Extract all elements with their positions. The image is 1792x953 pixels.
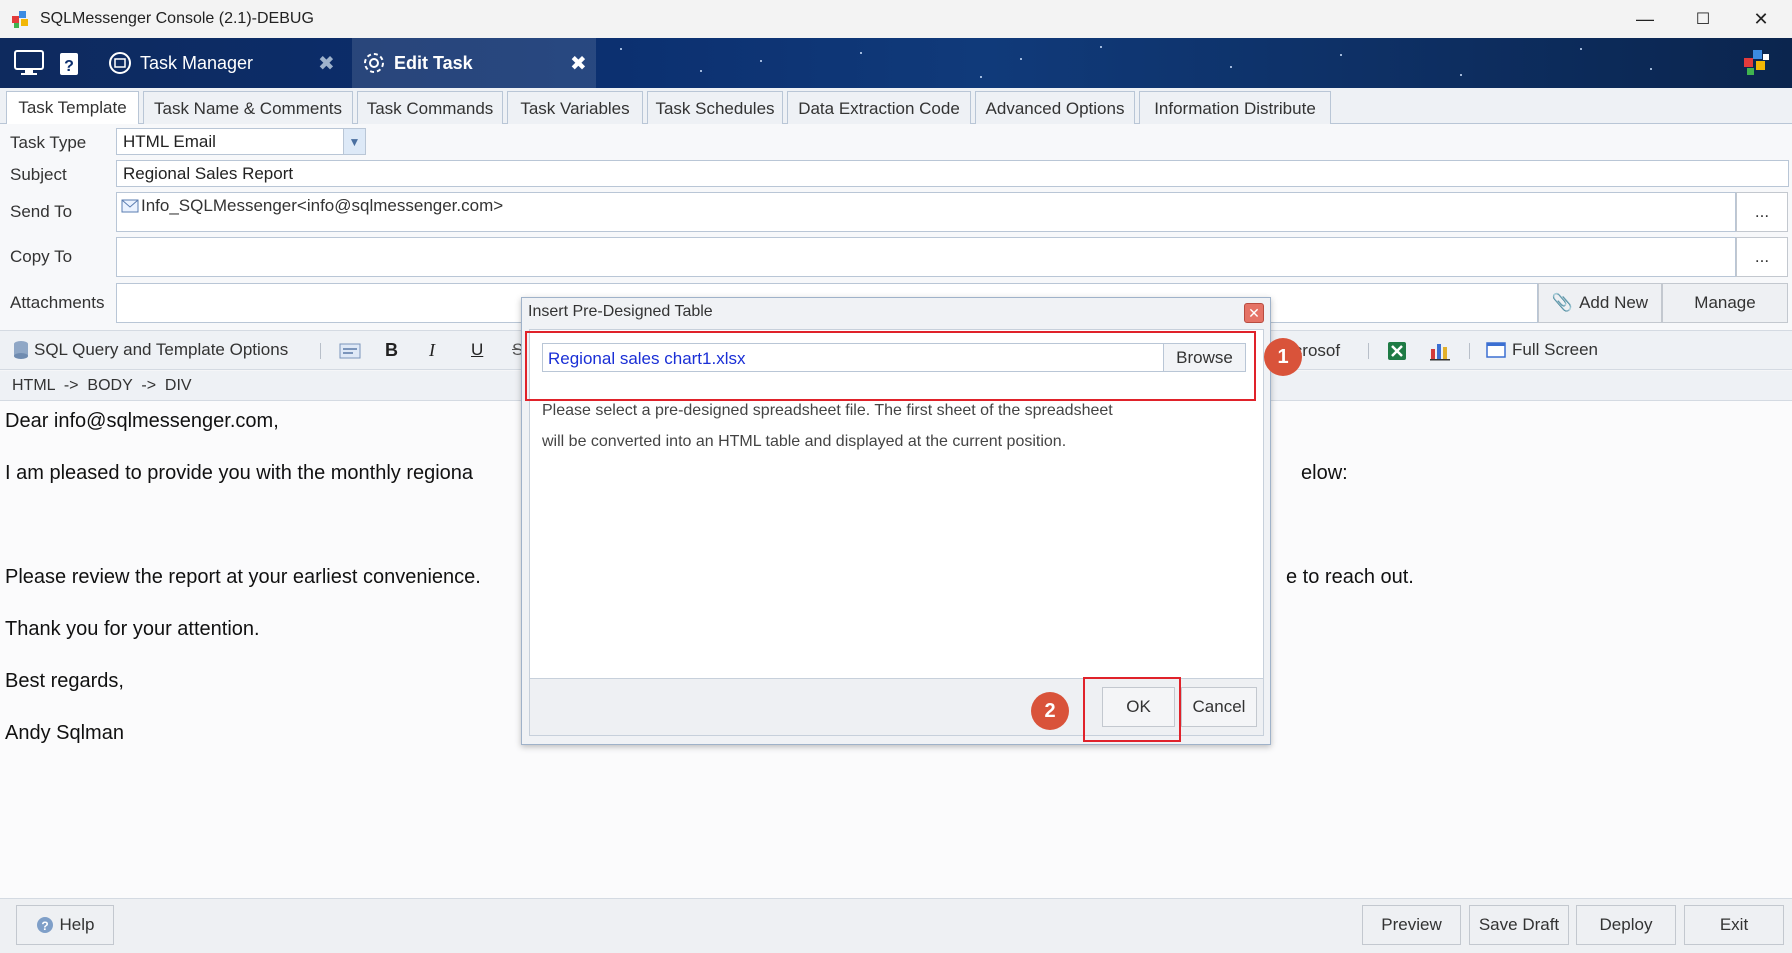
- window-titlebar: SQLMessenger Console (2.1)-DEBUG: [0, 0, 1792, 38]
- deploy-button[interactable]: Deploy: [1576, 905, 1676, 945]
- excel-icon[interactable]: [1387, 341, 1407, 361]
- database-icon: [14, 341, 28, 359]
- help-label: Help: [59, 915, 95, 934]
- exit-button[interactable]: Exit: [1684, 905, 1784, 945]
- editor-line1-right: elow:: [1301, 462, 1348, 484]
- html-source-icon[interactable]: [339, 343, 361, 359]
- task-type-value: HTML Email: [123, 131, 216, 151]
- bold-button[interactable]: B: [385, 340, 398, 361]
- toolbar-divider: [1469, 343, 1470, 359]
- send-to-browse-button[interactable]: ...: [1736, 192, 1788, 232]
- dialog-description-line2: will be converted into an HTML table and…: [542, 433, 1067, 450]
- cancel-button[interactable]: Cancel: [1181, 687, 1257, 727]
- close-icon: ✕: [1248, 304, 1260, 321]
- tab-information-distribute[interactable]: Information Distribute: [1139, 91, 1331, 125]
- attachments-label: Attachments: [10, 293, 105, 312]
- preview-button[interactable]: Preview: [1362, 905, 1461, 945]
- copy-to-label: Copy To: [10, 247, 73, 266]
- chart-icon[interactable]: [1429, 341, 1451, 361]
- annotation-highlight-file: [525, 331, 1256, 401]
- editor-line1-left: I am pleased to provide you with the mon…: [5, 462, 474, 484]
- close-window-button[interactable]: ✕: [1732, 0, 1790, 38]
- send-to-field[interactable]: Info_SQLMessenger<info@sqlmessenger.com>: [116, 192, 1736, 232]
- editor-line2-left: Please review the report at your earlies…: [5, 566, 481, 588]
- help-book-icon[interactable]: ?: [58, 47, 80, 77]
- tab-advanced-options[interactable]: Advanced Options: [975, 91, 1135, 125]
- gear-icon: [364, 53, 384, 73]
- tab-task-name-comments[interactable]: Task Name & Comments: [143, 91, 353, 125]
- send-to-label: Send To: [10, 202, 73, 221]
- dialog-close-button[interactable]: ✕: [1244, 303, 1264, 323]
- app-menu-logo-icon[interactable]: [1742, 48, 1772, 78]
- app-logo-icon: [12, 11, 28, 28]
- dialog-description: Please select a pre-designed spreadsheet…: [542, 395, 1113, 457]
- copy-to-field[interactable]: [116, 237, 1736, 277]
- toolbar-divider: [1368, 343, 1369, 359]
- tab-task-manager[interactable]: Task Manager ✖: [108, 38, 348, 88]
- dialog-title: Insert Pre-Designed Table: [528, 303, 713, 320]
- manage-attachments-button[interactable]: Manage: [1662, 283, 1788, 323]
- tab-edit-task-label: Edit Task: [394, 52, 473, 73]
- full-screen-label: Full Screen: [1512, 340, 1598, 359]
- tab-task-schedules[interactable]: Task Schedules: [647, 91, 783, 125]
- svg-text:?: ?: [64, 58, 74, 75]
- sql-options-label: SQL Query and Template Options: [34, 340, 289, 359]
- envelope-icon: [121, 199, 139, 213]
- svg-text:?: ?: [41, 919, 48, 933]
- task-tabs: Task Template Task Name & Comments Task …: [0, 88, 1792, 125]
- minimize-button[interactable]: —: [1616, 0, 1674, 38]
- copy-to-browse-button[interactable]: ...: [1736, 237, 1788, 277]
- maximize-button[interactable]: ☐: [1674, 0, 1732, 38]
- editor-signature: Andy Sqlman: [5, 722, 124, 744]
- annotation-badge-2: 2: [1031, 692, 1069, 730]
- close-tab-icon[interactable]: ✖: [570, 51, 587, 76]
- toolbar-divider: [320, 343, 321, 359]
- chevron-down-icon[interactable]: ▼: [343, 129, 365, 154]
- editor-greeting: Dear info@sqlmessenger.com,: [5, 410, 279, 432]
- breadcrumb-path: HTML -> BODY -> DIV: [12, 377, 192, 394]
- save-draft-button[interactable]: Save Draft: [1469, 905, 1569, 945]
- tab-task-template[interactable]: Task Template: [6, 91, 139, 125]
- tab-data-extraction-code[interactable]: Data Extraction Code: [787, 91, 971, 125]
- underline-button[interactable]: U: [471, 340, 483, 360]
- task-type-label: Task Type: [10, 133, 87, 152]
- subject-label: Subject: [10, 165, 67, 184]
- add-new-label: Add New: [1579, 293, 1649, 312]
- italic-button[interactable]: I: [429, 340, 435, 361]
- close-tab-icon[interactable]: ✖: [318, 51, 335, 76]
- tab-task-commands[interactable]: Task Commands: [357, 91, 503, 125]
- editor-line2-right: e to reach out.: [1286, 566, 1414, 588]
- editor-thanks: Thank you for your attention.: [5, 618, 260, 640]
- bottom-action-bar: ? Help Preview Save Draft Deploy Exit: [0, 898, 1792, 953]
- tab-task-manager-label: Task Manager: [140, 52, 254, 73]
- subject-field[interactable]: Regional Sales Report: [116, 160, 1789, 187]
- tab-task-variables[interactable]: Task Variables: [507, 91, 643, 125]
- sql-options-button[interactable]: SQL Query and Template Options: [12, 340, 288, 360]
- task-type-select[interactable]: HTML Email ▼: [116, 128, 366, 155]
- annotation-badge-1: 1: [1264, 338, 1302, 376]
- tab-edit-task[interactable]: Edit Task ✖: [352, 38, 596, 88]
- help-button[interactable]: ? Help: [16, 905, 114, 945]
- window-title: SQLMessenger Console (2.1)-DEBUG: [40, 10, 314, 27]
- paperclip-icon: 📎: [1551, 293, 1574, 312]
- editor-regards: Best regards,: [5, 670, 124, 692]
- full-screen-button[interactable]: Full Screen: [1486, 340, 1598, 360]
- full-screen-icon: [1486, 342, 1506, 358]
- help-circle-icon: ?: [36, 917, 53, 933]
- monitor-icon[interactable]: [13, 49, 45, 77]
- add-new-attachment-button[interactable]: 📎 Add New: [1538, 283, 1662, 323]
- annotation-highlight-ok: [1083, 677, 1181, 742]
- app-banner: ? Task Manager ✖ Edit Task ✖: [0, 38, 1792, 88]
- send-to-value: Info_SQLMessenger<info@sqlmessenger.com>: [141, 196, 504, 215]
- task-manager-icon: [109, 52, 131, 74]
